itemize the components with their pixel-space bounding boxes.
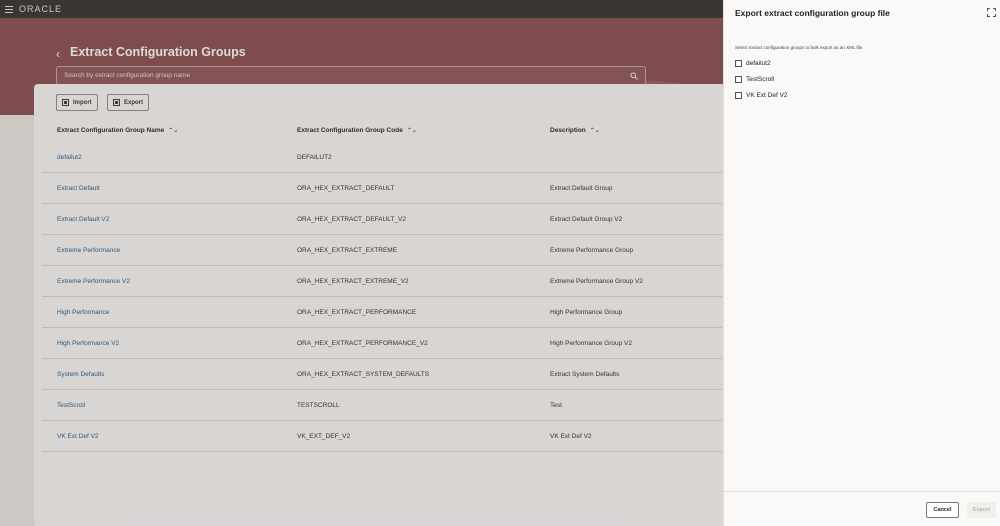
option-label: defailut2 <box>746 60 771 67</box>
checkbox[interactable] <box>735 92 742 99</box>
option-defailut2[interactable]: defailut2 <box>735 60 771 67</box>
modal-scrim[interactable] <box>0 0 723 526</box>
checkbox[interactable] <box>735 76 742 83</box>
option-vk-ext-def-v2[interactable]: VK Ext Def V2 <box>735 92 788 99</box>
drawer-title: Export extract configuration group file <box>735 8 890 18</box>
option-testscroll[interactable]: TestScroll <box>735 76 774 83</box>
expand-icon[interactable] <box>987 8 996 17</box>
cancel-button[interactable]: Cancel <box>926 502 959 518</box>
option-label: VK Ext Def V2 <box>746 92 788 99</box>
checkbox[interactable] <box>735 60 742 67</box>
export-drawer: Export extract configuration group file … <box>723 0 1000 526</box>
drawer-description: Select extract configuration groups to b… <box>735 45 864 50</box>
export-submit-button[interactable]: Export <box>967 502 996 518</box>
option-label: TestScroll <box>746 76 775 83</box>
drawer-footer: Cancel Export <box>724 491 1000 526</box>
